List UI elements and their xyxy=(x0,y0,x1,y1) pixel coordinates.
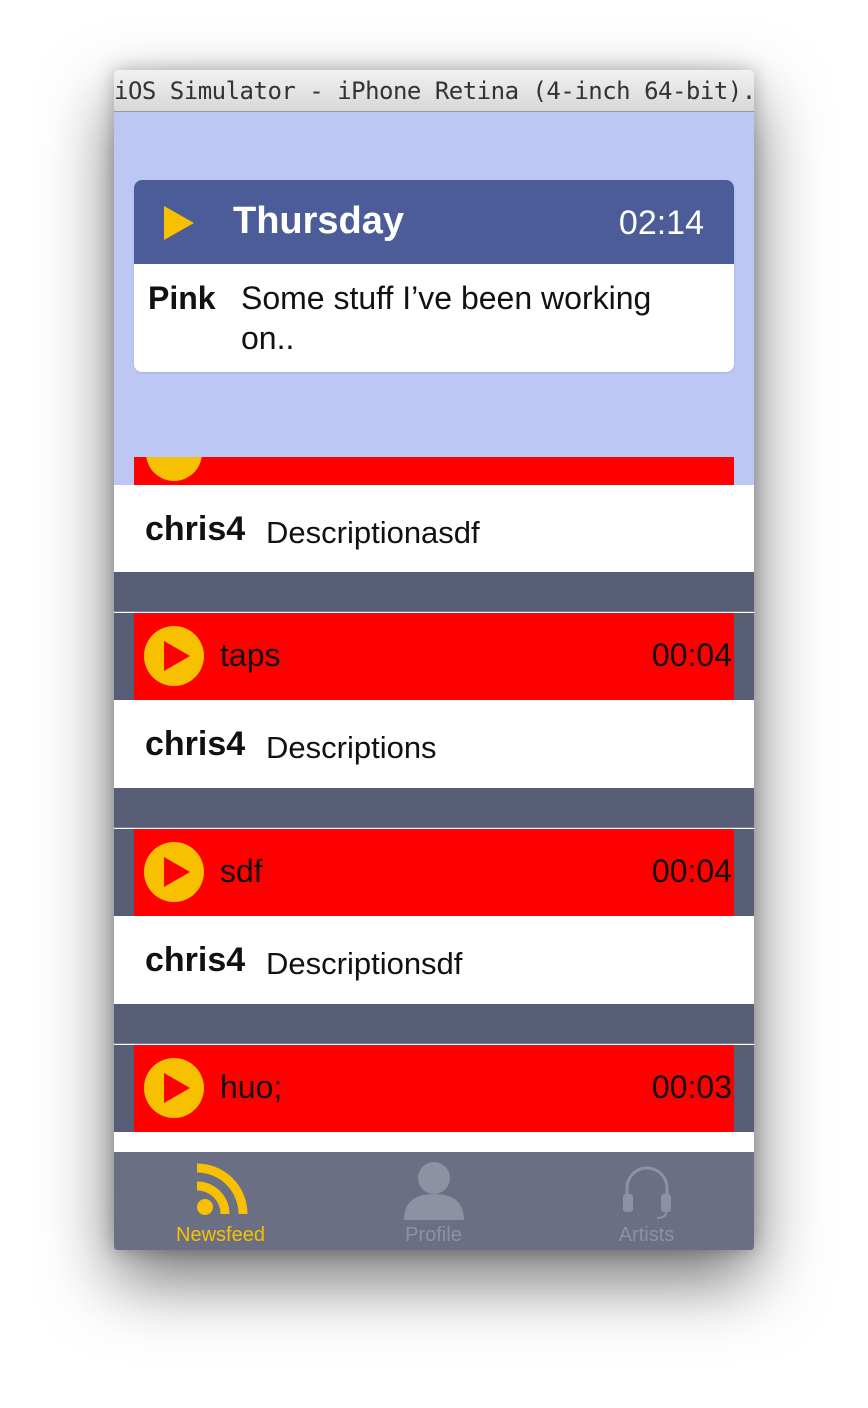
track-bar: sdf 00:04 xyxy=(134,829,734,916)
tab-profile[interactable]: Profile xyxy=(327,1152,540,1250)
track-bar: huo; 00:03 xyxy=(134,1045,734,1132)
track-duration: 00:03 xyxy=(651,1069,732,1105)
tab-label: Profile xyxy=(405,1224,462,1246)
now-playing-bar: Thursday 02:14 xyxy=(134,180,734,264)
rss-icon xyxy=(196,1163,247,1215)
tab-bar: Newsfeed Profile Artists xyxy=(114,1152,754,1250)
post-separator xyxy=(114,788,754,828)
play-button-icon[interactable] xyxy=(144,626,204,686)
post-separator xyxy=(114,572,754,612)
now-playing-user[interactable]: Pink xyxy=(148,280,216,317)
track-row[interactable]: taps 00:04 xyxy=(114,613,754,700)
post-description: Descriptionasdf xyxy=(266,515,480,550)
post-user[interactable]: chris4 xyxy=(145,941,245,980)
window-titlebar[interactable]: iOS Simulator - iPhone Retina (4-inch 64… xyxy=(114,70,754,112)
now-playing-card[interactable]: Thursday 02:14 Pink Some stuff I’ve been… xyxy=(134,180,734,372)
track-row[interactable]: sdf 00:04 xyxy=(114,829,754,916)
play-button-icon[interactable] xyxy=(144,842,204,902)
now-playing-time: 02:14 xyxy=(618,204,704,242)
track-title: huo; xyxy=(220,1069,283,1105)
post-description: Descriptions xyxy=(266,730,437,765)
tab-label: Newsfeed xyxy=(176,1224,265,1246)
track-bar: taps 00:04 xyxy=(134,613,734,700)
post-separator xyxy=(114,1004,754,1044)
now-playing-description: Some stuff I’ve been working on.. xyxy=(241,280,652,356)
post-description-row: chris4 Descriptionasdf xyxy=(114,485,754,572)
track-row-partial[interactable] xyxy=(134,457,734,485)
tab-label: Artists xyxy=(618,1224,675,1246)
post-user[interactable]: chris4 xyxy=(145,510,245,549)
post-description-row xyxy=(114,1132,754,1152)
track-duration: 00:04 xyxy=(651,637,732,673)
tab-newsfeed[interactable]: Newsfeed xyxy=(114,1152,327,1250)
window-title: iOS Simulator - iPhone Retina (4-inch 64… xyxy=(114,77,754,105)
play-button-icon[interactable] xyxy=(144,1058,204,1118)
headphones-icon xyxy=(622,1166,671,1219)
now-playing-title: Thursday xyxy=(233,200,405,242)
simulator-window: iOS Simulator - iPhone Retina (4-inch 64… xyxy=(114,70,754,1250)
track-duration: 00:04 xyxy=(651,853,732,889)
now-playing-header: Thursday 02:14 Pink Some stuff I’ve been… xyxy=(114,112,754,485)
person-icon xyxy=(403,1162,464,1220)
play-button-icon[interactable] xyxy=(146,457,202,481)
track-title: taps xyxy=(220,637,281,673)
track-row[interactable]: huo; 00:03 xyxy=(114,1045,754,1132)
post-user[interactable]: chris4 xyxy=(145,725,245,764)
play-icon[interactable] xyxy=(164,206,194,240)
track-title: sdf xyxy=(220,853,263,889)
tab-artists[interactable]: Artists xyxy=(540,1152,753,1250)
post-description-row: chris4 Descriptions xyxy=(114,700,754,787)
app-screen: Thursday 02:14 Pink Some stuff I’ve been… xyxy=(114,112,754,1250)
post-description-row: chris4 Descriptionsdf xyxy=(114,916,754,1003)
post-description: Descriptionsdf xyxy=(266,946,463,981)
